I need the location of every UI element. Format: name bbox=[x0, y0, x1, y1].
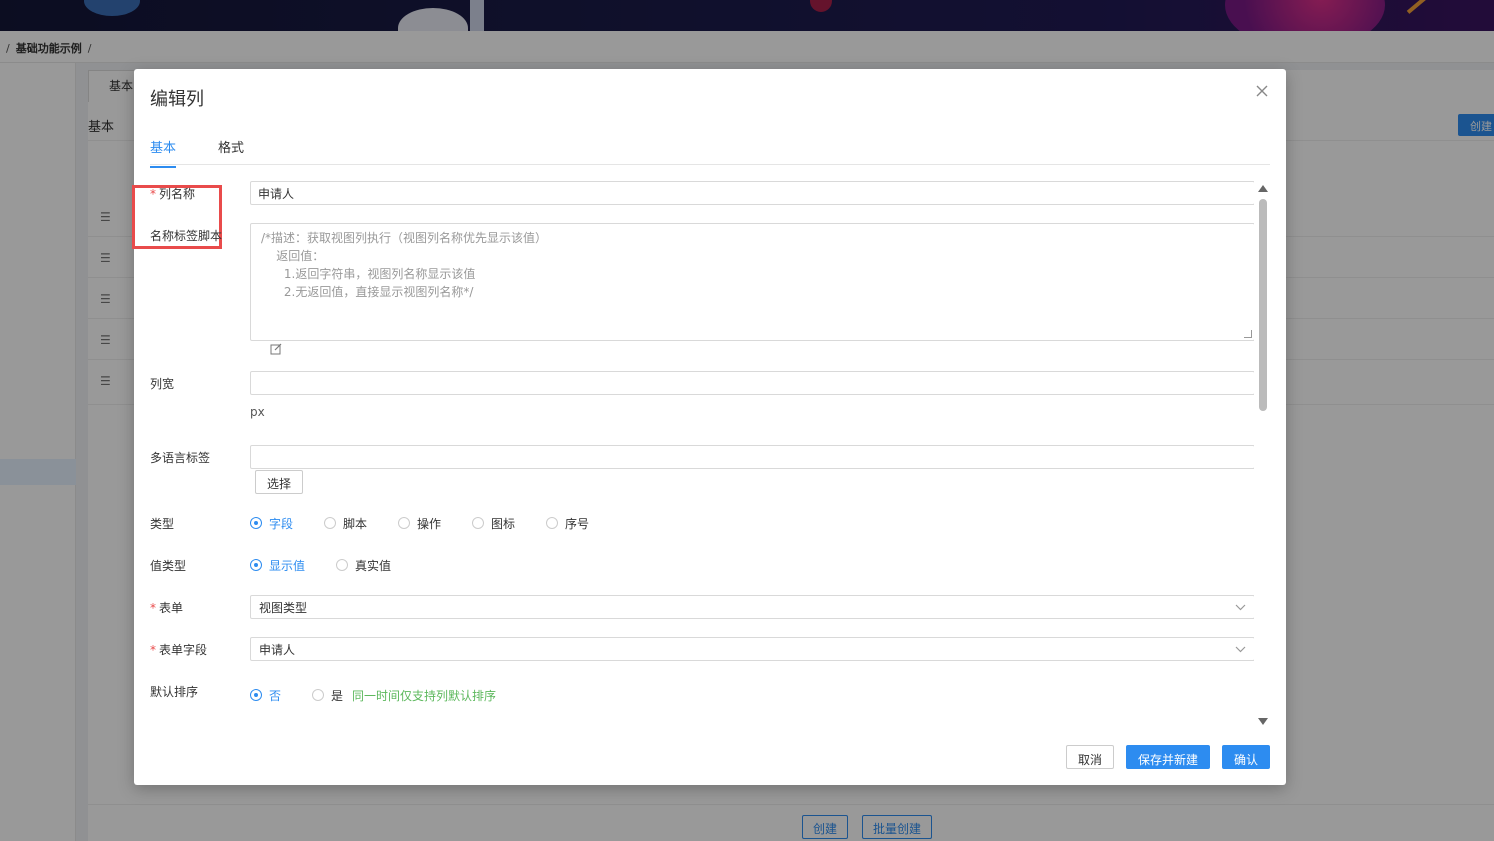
name-script-textarea[interactable]: /*描述：获取视图列执行（视图列名称优先显示该值） 返回值： 1.返回字符串，视… bbox=[250, 223, 1254, 341]
radio-dot bbox=[398, 517, 410, 529]
default-sort-radio-no[interactable]: 否 bbox=[250, 687, 300, 703]
column-form: * 列名称 申请人 名称标签脚本 /*描述：获取视图列执行（视图列名称优先显示该值… bbox=[134, 177, 1254, 725]
type-radio-action[interactable]: 操作 bbox=[398, 515, 458, 531]
required-mark: * bbox=[150, 187, 156, 201]
required-mark: * bbox=[150, 601, 156, 615]
form-field-label-text: 表单字段 bbox=[159, 643, 208, 657]
scroll-thumb[interactable] bbox=[1259, 199, 1267, 411]
i18n-label-input[interactable] bbox=[250, 445, 1254, 469]
confirm-button[interactable]: 确认 bbox=[1222, 745, 1270, 769]
radio-dot bbox=[312, 689, 324, 701]
type-radio-script[interactable]: 脚本 bbox=[324, 515, 384, 531]
resize-handle[interactable] bbox=[1244, 330, 1252, 338]
cancel-button[interactable]: 取消 bbox=[1066, 745, 1114, 769]
form-field-select[interactable]: 申请人 bbox=[250, 637, 1254, 661]
i18n-label-label: 多语言标签 bbox=[150, 451, 211, 465]
form-select-label-text: 表单 bbox=[159, 601, 184, 615]
form-select[interactable]: 视图类型 bbox=[250, 595, 1254, 619]
i18n-select-button[interactable]: 选择 bbox=[255, 470, 303, 494]
form-select-value: 视图类型 bbox=[259, 601, 308, 615]
dialog-tabs: 基本 格式 bbox=[132, 131, 1270, 249]
radio-text: 是 bbox=[331, 689, 344, 703]
close-button[interactable] bbox=[1252, 81, 1272, 101]
name-script-label: 名称标签脚本 bbox=[150, 229, 223, 243]
required-mark: * bbox=[150, 643, 156, 657]
radio-text: 显示值 bbox=[269, 559, 306, 573]
type-label: 类型 bbox=[150, 517, 175, 531]
column-name-label: * 列名称 bbox=[150, 185, 195, 202]
value-type-label: 值类型 bbox=[150, 559, 187, 573]
radio-dot bbox=[250, 689, 262, 701]
value-type-radio-real[interactable]: 真实值 bbox=[336, 557, 406, 573]
column-name-input[interactable]: 申请人 bbox=[250, 181, 1254, 205]
default-sort-radio-yes[interactable]: 是 bbox=[312, 687, 352, 703]
radio-text: 图标 bbox=[491, 517, 516, 531]
chevron-down-icon bbox=[1235, 604, 1246, 611]
form-field-value: 申请人 bbox=[259, 643, 296, 657]
radio-text: 否 bbox=[269, 689, 282, 703]
radio-dot bbox=[250, 517, 262, 529]
radio-dot bbox=[324, 517, 336, 529]
tab-format[interactable]: 格式 bbox=[218, 137, 244, 166]
radio-dot bbox=[336, 559, 348, 571]
column-width-unit: px bbox=[250, 405, 265, 419]
scroll-up-arrow-icon[interactable] bbox=[1258, 185, 1268, 192]
default-sort-label: 默认排序 bbox=[150, 685, 199, 699]
default-sort-hint: 同一时间仅支持列默认排序 bbox=[352, 689, 497, 703]
radio-text: 操作 bbox=[417, 517, 442, 531]
form-field-label: * 表单字段 bbox=[150, 641, 207, 658]
tab-basic[interactable]: 基本 bbox=[150, 137, 177, 168]
radio-text: 序号 bbox=[565, 517, 590, 531]
column-width-label: 列宽 bbox=[150, 377, 175, 391]
name-script-placeholder: /*描述：获取视图列执行（视图列名称优先显示该值） 返回值： 1.返回字符串，视… bbox=[261, 231, 548, 299]
column-width-input[interactable] bbox=[250, 371, 1254, 395]
scroll-down-arrow-icon[interactable] bbox=[1258, 718, 1268, 725]
type-radio-serial[interactable]: 序号 bbox=[546, 515, 606, 531]
column-name-label-text: 列名称 bbox=[159, 187, 196, 201]
edit-column-dialog: 编辑列 基本 格式 * 列名称 申请人 名称标签脚本 /*描述：获取视图列执行（视… bbox=[132, 69, 1286, 785]
radio-text: 脚本 bbox=[343, 517, 368, 531]
edit-icon[interactable] bbox=[270, 343, 282, 355]
chevron-down-icon bbox=[1235, 646, 1246, 653]
type-radio-icon[interactable]: 图标 bbox=[472, 515, 532, 531]
dialog-title: 编辑列 bbox=[150, 89, 204, 110]
radio-dot bbox=[250, 559, 262, 571]
radio-text: 字段 bbox=[269, 517, 294, 531]
type-radio-field[interactable]: 字段 bbox=[250, 515, 310, 531]
save-and-new-button[interactable]: 保存并新建 bbox=[1126, 745, 1210, 769]
radio-dot bbox=[472, 517, 484, 529]
value-type-radio-display[interactable]: 显示值 bbox=[250, 557, 320, 573]
close-icon bbox=[1256, 85, 1268, 97]
form-scrollbar[interactable] bbox=[1258, 185, 1268, 725]
form-select-label: * 表单 bbox=[150, 599, 183, 616]
radio-dot bbox=[546, 517, 558, 529]
radio-text: 真实值 bbox=[355, 559, 392, 573]
